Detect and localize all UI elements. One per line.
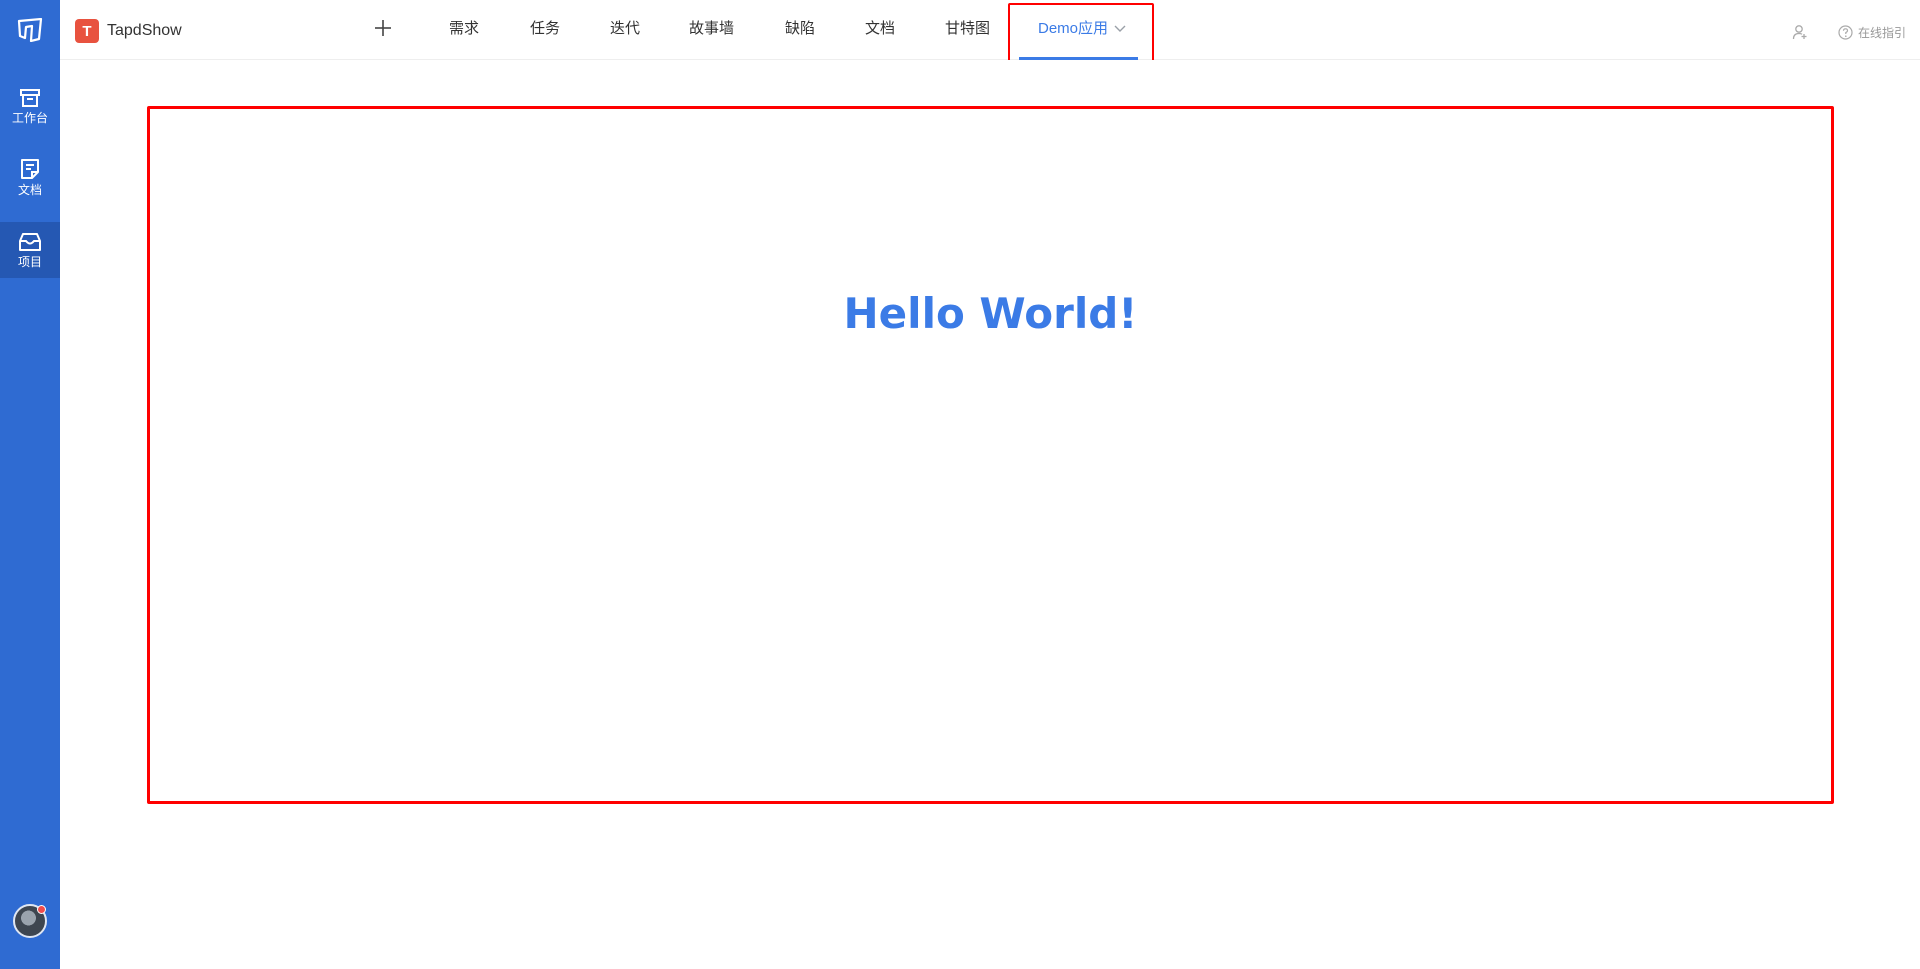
rail-item-label: 项目	[17, 254, 42, 269]
project-name: TapdShow	[107, 22, 182, 39]
invite-member-button[interactable]	[1792, 24, 1808, 40]
tab-gantt[interactable]: 甘特图	[945, 0, 990, 60]
inbox-icon	[19, 232, 41, 251]
notification-dot	[37, 905, 46, 914]
app-logo[interactable]	[0, 0, 60, 60]
tab-documents[interactable]: 文档	[865, 0, 895, 60]
rail-item-docs[interactable]: 文档	[0, 149, 60, 205]
tab-story-wall[interactable]: 故事墙	[689, 0, 734, 60]
tapd-logo-icon	[17, 18, 43, 42]
rail-item-workbench[interactable]: 工作台	[0, 78, 60, 134]
chevron-down-icon	[1114, 25, 1126, 33]
rail-item-label: 工作台	[11, 110, 48, 125]
rail-item-projects[interactable]: 项目	[0, 222, 60, 278]
tab-bugs[interactable]: 缺陷	[785, 0, 815, 60]
tab-requirements[interactable]: 需求	[449, 0, 479, 60]
main-content: Hello World!	[60, 60, 1920, 969]
top-bar: T TapdShow 需求 任务 迭代 故事墙 缺陷 文档 甘特图 Demo应用	[60, 0, 1920, 65]
rail-item-label: 文档	[17, 182, 42, 197]
user-avatar[interactable]	[13, 904, 47, 938]
tab-demo-app-label: Demo应用	[1038, 20, 1109, 37]
project-badge: T	[75, 19, 99, 43]
online-guide-button[interactable]: 在线指引	[1838, 24, 1906, 41]
document-icon	[21, 158, 39, 179]
archive-box-icon	[20, 88, 40, 107]
user-plus-icon	[1792, 25, 1807, 40]
app-root: 工作台 文档 项目 T TapdShow 需求 任务 迭代 故事墙 缺陷 文档 …	[0, 0, 1920, 969]
hello-heading: Hello World!	[843, 289, 1138, 338]
project-switcher[interactable]: T TapdShow	[75, 19, 182, 43]
highlight-box-content: Hello World!	[147, 106, 1834, 804]
plus-icon	[375, 20, 391, 36]
online-guide-label: 在线指引	[1857, 25, 1906, 40]
top-right-tools: 在线指引	[1792, 20, 1906, 44]
tab-demo-app[interactable]: Demo应用	[1038, 0, 1126, 60]
question-circle-icon	[1838, 24, 1853, 40]
left-rail: 工作台 文档 项目	[0, 0, 60, 969]
add-button[interactable]	[371, 14, 395, 42]
tab-tasks[interactable]: 任务	[530, 0, 560, 60]
tab-iterations[interactable]: 迭代	[610, 0, 640, 60]
